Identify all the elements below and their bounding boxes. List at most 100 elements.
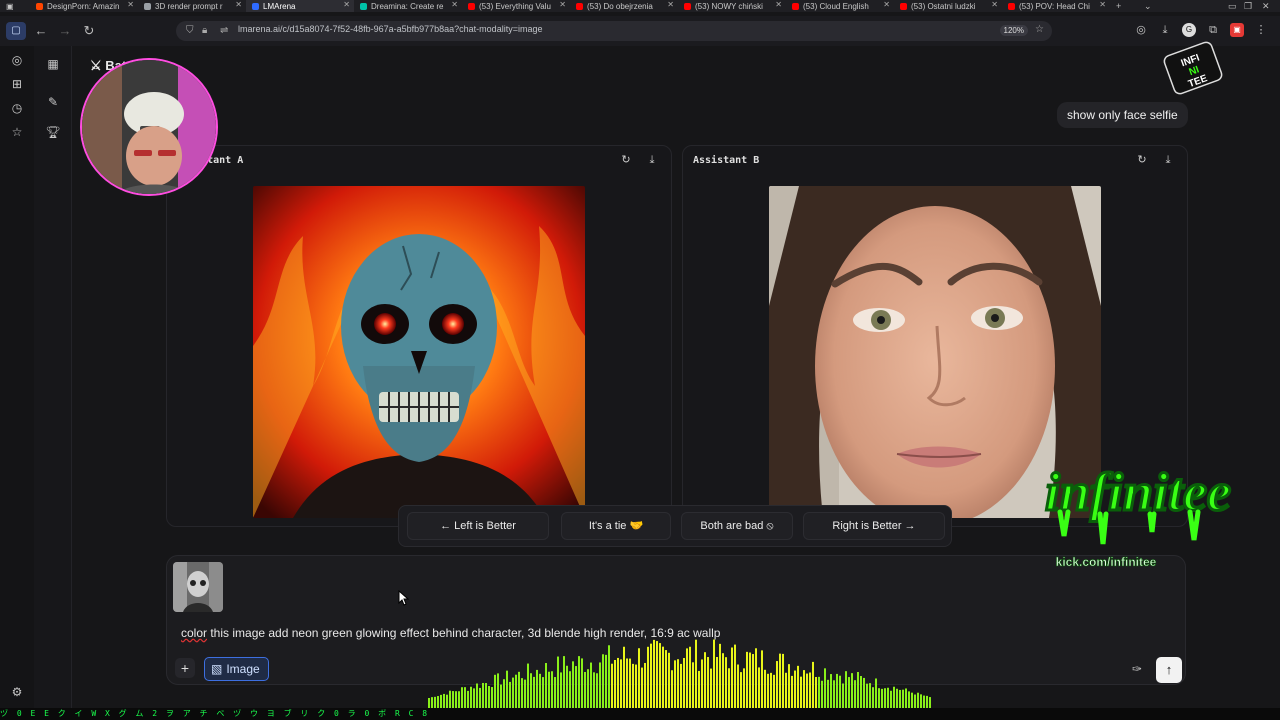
- tie-button[interactable]: It's a tie 🤝: [561, 512, 671, 540]
- leaderboard-table-icon[interactable]: ▦: [45, 56, 61, 72]
- tab-close-icon[interactable]: ✕: [667, 0, 674, 9]
- profile-icon[interactable]: ▣: [1230, 23, 1244, 37]
- visualizer-bar: [743, 668, 745, 708]
- image-icon: ▧: [211, 662, 223, 676]
- reload-button[interactable]: ↻: [80, 22, 98, 40]
- streamer-webcam: [82, 60, 216, 194]
- visualizer-bar: [788, 664, 790, 708]
- shield-icon[interactable]: ⛉: [186, 25, 194, 36]
- download-icon[interactable]: ⤓: [1158, 23, 1172, 37]
- sidebar-toggle-icon[interactable]: ▢: [6, 22, 26, 40]
- browser-tab[interactable]: LMArena ✕: [246, 0, 354, 12]
- restore-button[interactable]: ❐: [1244, 0, 1252, 12]
- visualizer-bar: [893, 686, 895, 708]
- collections-icon[interactable]: ⊞: [9, 76, 25, 92]
- visualizer-bar: [542, 677, 544, 708]
- tab-close-icon[interactable]: ✕: [127, 0, 134, 9]
- tab-favicon-icon: [1008, 2, 1015, 10]
- browser-tab[interactable]: Dreamina: Create re ✕: [354, 0, 462, 12]
- new-chat-icon[interactable]: ✎: [45, 94, 61, 110]
- tab-close-icon[interactable]: ✕: [883, 0, 890, 9]
- tab-close-icon[interactable]: ✕: [559, 0, 566, 9]
- extensions-puzzle-icon[interactable]: ⧉: [1206, 23, 1220, 37]
- both-bad-button[interactable]: Both are bad ⦸: [681, 512, 793, 540]
- browser-tab[interactable]: (53) POV: Head Chi ✕: [1002, 0, 1110, 12]
- visualizer-bar: [551, 671, 553, 708]
- visualizer-bar: [656, 641, 658, 708]
- site-info-icon[interactable]: ⇌: [220, 25, 228, 36]
- trophy-icon[interactable]: 🏆︎: [45, 124, 61, 140]
- url-text[interactable]: lmarena.ai/c/d15a8074-7f52-48fb-967a-a5b…: [238, 24, 542, 34]
- window-close-button[interactable]: ✕: [1262, 0, 1270, 12]
- browser-tab[interactable]: (53) Everything Valu ✕: [462, 0, 570, 12]
- browser-tab[interactable]: (53) Do obejrzenia ✕: [570, 0, 678, 12]
- visualizer-bar: [632, 663, 634, 708]
- tab-close-icon[interactable]: ✕: [991, 0, 998, 9]
- visualizer-bar: [455, 691, 457, 708]
- download-b-icon[interactable]: ⤓: [1161, 153, 1175, 167]
- browser-tab[interactable]: (53) Cloud English ✕: [786, 0, 894, 12]
- zoom-indicator[interactable]: 120%: [999, 25, 1028, 36]
- forward-button[interactable]: →: [56, 22, 74, 40]
- history-icon[interactable]: ◷: [9, 100, 25, 116]
- tab-close-icon[interactable]: ✕: [451, 0, 458, 9]
- visualizer-bar: [683, 658, 685, 708]
- address-bar[interactable]: ⛉ 🔒︎ ⇌ lmarena.ai/c/d15a8074-7f52-48fb-9…: [176, 21, 1052, 41]
- back-button[interactable]: ←: [32, 22, 50, 40]
- minimize-button[interactable]: ▭: [1228, 0, 1237, 12]
- right-is-better-button[interactable]: Right is Better →: [803, 512, 945, 540]
- send-button[interactable]: ↑: [1156, 657, 1182, 683]
- tab-close-icon[interactable]: ✕: [775, 0, 782, 9]
- visualizer-bar: [869, 683, 871, 708]
- browser-tab[interactable]: DesignPorn: Amazin ✕: [30, 0, 138, 12]
- tab-favicon-icon: [792, 2, 799, 10]
- tab-close-icon[interactable]: ✕: [1099, 0, 1106, 9]
- new-tab-button[interactable]: +: [1116, 0, 1121, 12]
- visualizer-bar: [731, 647, 733, 708]
- visualizer-bar: [875, 678, 877, 708]
- tab-search-icon[interactable]: ⌄: [1144, 0, 1152, 12]
- visualizer-bar: [449, 690, 451, 708]
- visualizer-bar: [581, 658, 583, 708]
- visualizer-bar: [584, 671, 586, 708]
- tab-favicon-icon: [684, 2, 691, 10]
- visualizer-bar: [899, 689, 901, 708]
- visualizer-bar: [563, 656, 565, 708]
- copilot-icon[interactable]: ◎: [9, 52, 25, 68]
- visualizer-bar: [818, 676, 820, 708]
- extension-icon[interactable]: G: [1182, 23, 1196, 37]
- browser-tab[interactable]: 3D render prompt r ✕: [138, 0, 246, 12]
- regenerate-b-icon[interactable]: ↻: [1135, 153, 1149, 167]
- visualizer-bar: [626, 658, 628, 708]
- add-attachment-button[interactable]: +: [175, 658, 195, 678]
- visualizer-bar: [464, 687, 466, 708]
- visualizer-bar: [677, 659, 679, 708]
- tab-close-icon[interactable]: ✕: [343, 0, 350, 9]
- regenerate-a-icon[interactable]: ↻: [619, 153, 633, 167]
- visualizer-bar: [824, 668, 826, 708]
- browser-tab[interactable]: (53) NOWY chiński ✕: [678, 0, 786, 12]
- visualizer-bar: [452, 691, 454, 708]
- settings-icon[interactable]: ⚙: [9, 684, 25, 700]
- favorites-icon[interactable]: ☆: [9, 124, 25, 140]
- download-a-icon[interactable]: ⤓: [645, 153, 659, 167]
- attach-clip-icon[interactable]: ✑: [1127, 659, 1147, 679]
- menu-icon[interactable]: ⋮: [1254, 23, 1268, 37]
- visualizer-bar: [884, 688, 886, 708]
- tab-close-icon[interactable]: ✕: [235, 0, 242, 9]
- image-mode-button[interactable]: ▧ Image: [204, 657, 269, 681]
- visualizer-bar: [914, 694, 916, 708]
- tab-overview-button[interactable]: ▣: [0, 0, 30, 12]
- tab-favicon-icon: [36, 2, 43, 10]
- lock-icon[interactable]: 🔒︎: [202, 25, 207, 36]
- visualizer-bar: [695, 639, 697, 708]
- screenshot-icon[interactable]: ◎: [1134, 23, 1148, 37]
- visualizer-bar: [662, 646, 664, 708]
- visualizer-bar: [521, 678, 523, 708]
- browser-tab[interactable]: (53) Ostatni ludzki ✕: [894, 0, 1002, 12]
- browser-toolbar: ▢ ← → ↻ ⛉ 🔒︎ ⇌ lmarena.ai/c/d15a8074-7f5…: [0, 16, 1280, 46]
- bookmark-star-icon[interactable]: ☆: [1035, 24, 1044, 35]
- left-is-better-button[interactable]: ← Left is Better: [407, 512, 549, 540]
- attached-image-thumbnail[interactable]: [173, 562, 223, 612]
- visualizer-bar: [926, 695, 928, 708]
